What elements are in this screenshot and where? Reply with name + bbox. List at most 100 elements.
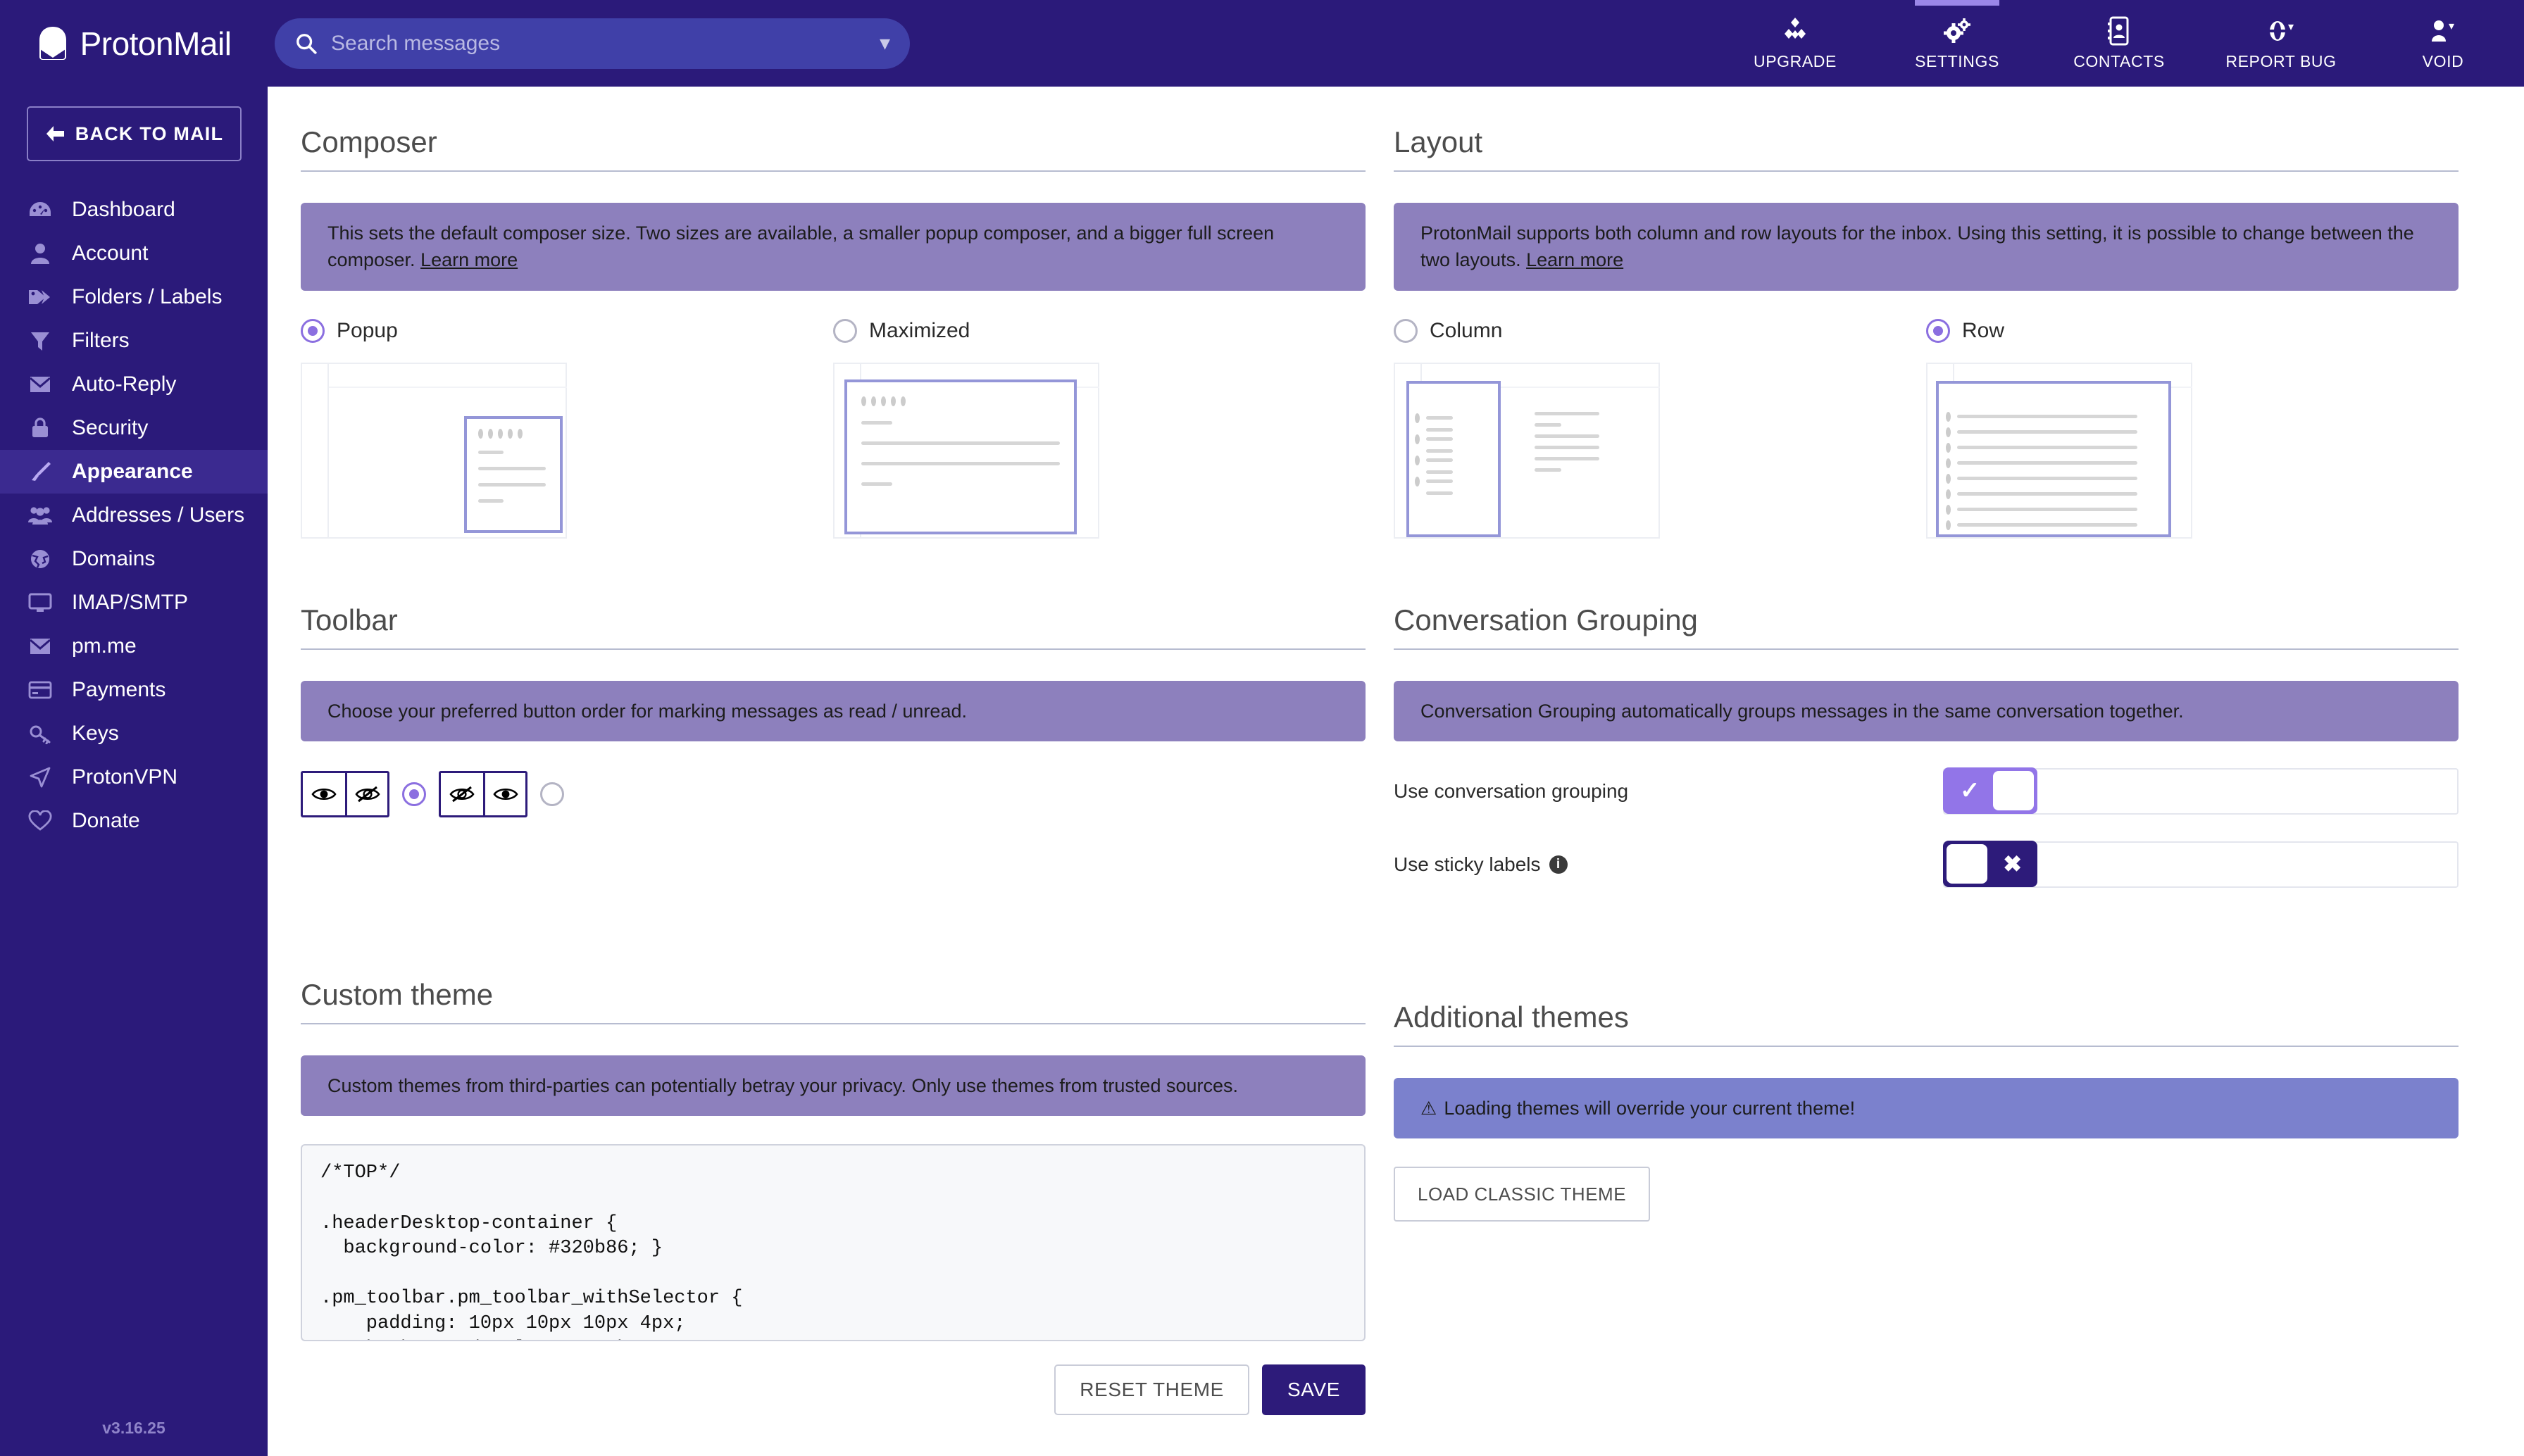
toggle-use-conversation-grouping[interactable]: ✓ [1943,767,2037,814]
layout-learn-more-link[interactable]: Learn more [1526,249,1623,270]
monitor-icon [27,589,54,616]
check-icon: ✓ [1960,777,1980,805]
topnav-item-settings[interactable]: SETTINGS [1876,0,2038,87]
top-bar: ProtonMail ▾ UPGRADE [0,0,2524,87]
load-classic-theme-button[interactable]: LOAD CLASSIC THEME [1394,1167,1650,1222]
row-use-sticky-labels: Use sticky labels i ✖ [1394,841,2459,888]
user-icon: ▾ [2428,16,2459,46]
radio-toolbar-order-1[interactable] [402,782,426,806]
divider [1394,648,2459,650]
conversation-grouping-info-text: Conversation Grouping automatically grou… [1420,701,2184,722]
radio-maximized[interactable] [833,319,857,343]
sidebar-item-protonvpn[interactable]: ProtonVPN [0,755,268,799]
sidebar-item-appearance[interactable]: Appearance [0,450,268,494]
sidebar-item-auto-reply[interactable]: Auto-Reply [0,363,268,406]
eye-icon[interactable] [303,773,345,815]
toggle-use-sticky-labels[interactable]: ✖ [1943,841,2037,887]
gear-icon [1942,16,1972,46]
vpn-icon [27,764,54,791]
sidebar-item-label: Appearance [72,460,193,484]
sidebar-item-domains[interactable]: Domains [0,537,268,581]
sidebar-item-donate[interactable]: Donate [0,799,268,843]
composer-option-maximized[interactable]: Maximized [833,319,1366,539]
toolbar-info-text: Choose your preferred button order for m… [327,701,967,722]
app-version: v3.16.25 [0,1419,268,1438]
warning-icon: ⚠ [1420,1098,1437,1119]
back-to-mail-button[interactable]: BACK TO MAIL [27,106,242,161]
topnav-item-upgrade[interactable]: UPGRADE [1714,0,1876,87]
sidebar-item-imap-smtp[interactable]: IMAP/SMTP [0,581,268,625]
eye-icon[interactable] [483,773,525,815]
heart-icon [27,808,54,834]
topnav-item-void[interactable]: ▾ VOID [2362,0,2524,87]
sidebar-item-folders-labels[interactable]: Folders / Labels [0,275,268,319]
composer-option-popup[interactable]: Popup [301,319,833,539]
top-nav: UPGRADE SETTINGS [1714,0,2524,87]
sidebar-item-label: Domains [72,547,155,571]
sidebar-item-filters[interactable]: Filters [0,319,268,363]
toggle-field: ✓ [1943,768,2459,815]
envelope-icon [27,633,54,660]
toggle-field: ✖ [1943,841,2459,888]
svg-text:▾: ▾ [2288,21,2294,33]
sidebar-item-account[interactable]: Account [0,232,268,275]
custom-theme-panel: Custom theme Custom themes from third-pa… [301,978,1366,1415]
chevron-down-icon[interactable]: ▾ [880,31,890,56]
sidebar-item-security[interactable]: Security [0,406,268,450]
toolbar-order-option-1[interactable] [301,771,389,817]
toolbar-options [301,771,1366,817]
eye-slash-icon[interactable] [345,773,387,815]
layout-column-preview[interactable] [1394,363,1660,539]
divider [301,1023,1366,1024]
contacts-icon [2108,16,2130,46]
sidebar-item-label: Donate [72,809,140,833]
topnav-label: REPORT BUG [2225,52,2336,71]
toolbar-order-option-2[interactable] [439,771,527,817]
divider [301,648,1366,650]
radio-popup[interactable] [301,319,325,343]
radio-column[interactable] [1394,319,1418,343]
reset-theme-button[interactable]: RESET THEME [1054,1364,1249,1415]
sidebar-item-keys[interactable]: Keys [0,712,268,755]
custom-theme-title: Custom theme [301,978,1366,1023]
custom-theme-textarea[interactable] [301,1144,1366,1341]
toggle-knob [1993,771,2034,810]
info-icon[interactable]: i [1549,855,1568,874]
sidebar-item-addresses-users[interactable]: Addresses / Users [0,494,268,537]
sidebar-item-payments[interactable]: Payments [0,668,268,712]
toolbar-info: Choose your preferred button order for m… [301,681,1366,741]
topnav-item-contacts[interactable]: CONTACTS [2038,0,2200,87]
svg-text:▾: ▾ [2449,20,2454,32]
sidebar-item-pm-me[interactable]: pm.me [0,625,268,668]
key-icon [27,720,54,747]
eye-slash-icon[interactable] [441,773,483,815]
topnav-label: CONTACTS [2073,52,2165,71]
additional-themes-title: Additional themes [1394,1000,2459,1046]
sidebar: BACK TO MAIL Dashboard Account Folders /… [0,87,268,1456]
layout-options: Column [1394,319,2459,539]
sidebar-nav: Dashboard Account Folders / Labels Filte… [0,188,268,843]
search-bar[interactable]: ▾ [275,18,910,69]
radio-row[interactable] [1926,319,1950,343]
upgrade-icon [1781,16,1809,46]
row-use-conversation-grouping: Use conversation grouping ✓ [1394,768,2459,815]
brand-logo[interactable]: ProtonMail [0,0,268,87]
layout-row-preview[interactable] [1926,363,2192,539]
composer-popup-preview[interactable] [301,363,567,539]
user-icon [27,240,54,267]
search-input[interactable] [331,32,880,56]
envelope-icon [27,371,54,398]
dashboard-icon [27,196,54,223]
composer-maximized-preview[interactable] [833,363,1099,539]
toggle-label: Use conversation grouping [1394,780,1943,803]
topnav-item-report-bug[interactable]: ▾ REPORT BUG [2200,0,2362,87]
radio-toolbar-order-2[interactable] [540,782,564,806]
save-button[interactable]: SAVE [1262,1364,1366,1415]
composer-option-label: Popup [337,319,398,343]
composer-learn-more-link[interactable]: Learn more [420,249,518,270]
layout-option-column[interactable]: Column [1394,319,1926,539]
cross-icon: ✖ [2003,851,2022,877]
sidebar-item-dashboard[interactable]: Dashboard [0,188,268,232]
layout-option-label: Row [1962,319,2004,343]
layout-option-row[interactable]: Row [1926,319,2459,539]
